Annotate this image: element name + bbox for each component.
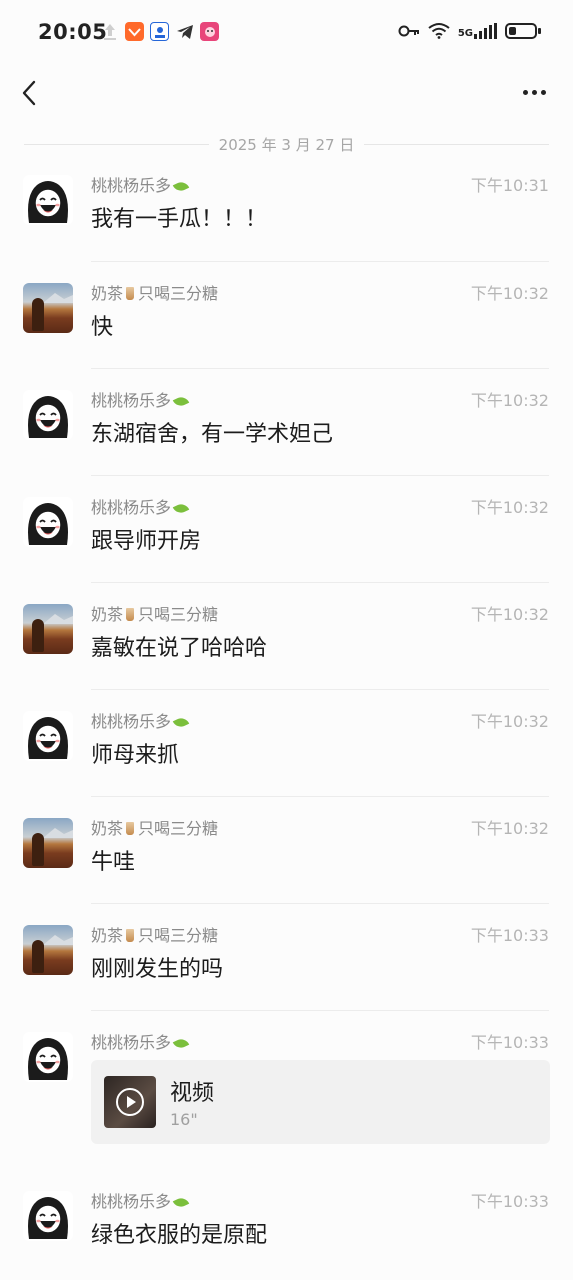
message-text[interactable]: 嘉敏在说了哈哈哈 (91, 634, 267, 664)
avatar[interactable] (23, 283, 73, 333)
telegram-icon (175, 22, 194, 41)
taobao-icon (125, 22, 144, 41)
leaf-icon (172, 1036, 190, 1051)
sender-name[interactable]: 桃桃杨乐多 (91, 497, 190, 519)
video-thumbnail (104, 1076, 156, 1128)
notification-icons (100, 22, 219, 41)
battery-icon (505, 22, 541, 39)
sender-name[interactable]: 桃桃杨乐多 (91, 1032, 190, 1054)
avatar[interactable] (23, 604, 73, 654)
back-button[interactable] (16, 78, 46, 108)
milk-tea-icon (126, 929, 135, 942)
message-time: 下午10:32 (470, 284, 549, 303)
message-text[interactable]: 绿色衣服的是原配 (91, 1221, 267, 1251)
sender-name[interactable]: 奶茶 只喝三分糖 (91, 604, 218, 626)
message-text[interactable]: 东湖宿舍，有一学术妲己 (91, 420, 333, 450)
avatar[interactable] (23, 175, 73, 225)
avatar[interactable] (23, 497, 73, 547)
avatar[interactable] (23, 818, 73, 868)
leaf-icon (172, 715, 190, 730)
chevron-left-icon (22, 80, 36, 106)
message-time: 下午10:32 (470, 605, 549, 624)
message-text[interactable]: 快 (91, 313, 113, 343)
milk-tea-icon (126, 608, 135, 621)
video-duration: 16" (170, 1110, 198, 1129)
cartoon-girl-avatar-icon (28, 1197, 68, 1239)
message-time: 下午10:33 (470, 926, 549, 945)
message-time: 下午10:32 (470, 819, 549, 838)
cartoon-girl-avatar-icon (28, 396, 68, 438)
message-separator (91, 475, 549, 476)
milk-tea-icon (126, 287, 135, 300)
sender-name[interactable]: 奶茶 只喝三分糖 (91, 925, 218, 947)
message-text[interactable]: 牛哇 (91, 848, 135, 878)
avatar[interactable] (23, 925, 73, 975)
date-divider: 2025 年 3 月 27 日 (24, 132, 549, 156)
video-title: 视频 (170, 1081, 215, 1106)
cartoon-girl-avatar-icon (28, 181, 68, 223)
avatar[interactable] (23, 1191, 73, 1241)
message-separator (91, 261, 549, 262)
play-icon (116, 1088, 144, 1116)
leaf-icon (172, 179, 190, 194)
message-time: 下午10:31 (470, 176, 549, 195)
leaf-icon (172, 501, 190, 516)
message-time: 下午10:33 (470, 1192, 549, 1211)
status-time: 20:05 (38, 20, 108, 44)
game-app-icon (200, 22, 219, 41)
status-bar: 20:05 5G (0, 0, 573, 66)
message-separator (91, 368, 549, 369)
more-dots-icon (522, 89, 528, 95)
message-separator (91, 796, 549, 797)
message-separator (91, 1010, 549, 1011)
message-separator (91, 903, 549, 904)
leaf-icon (172, 1195, 190, 1210)
cell-signal-icon: 5G (458, 22, 497, 39)
more-options-button[interactable] (517, 80, 551, 104)
sender-name[interactable]: 桃桃杨乐多 (91, 390, 190, 412)
message-time: 下午10:32 (470, 712, 549, 731)
milk-tea-icon (126, 822, 135, 835)
app-badge-icon (150, 22, 169, 41)
system-icons: 5G (398, 22, 541, 39)
upload-icon (100, 22, 119, 41)
date-label: 2025 年 3 月 27 日 (218, 135, 355, 154)
avatar[interactable] (23, 1032, 73, 1082)
cartoon-girl-avatar-icon (28, 1038, 68, 1080)
avatar[interactable] (23, 711, 73, 761)
message-time: 下午10:32 (470, 498, 549, 517)
message-text[interactable]: 刚刚发生的吗 (91, 955, 223, 985)
leaf-icon (172, 394, 190, 409)
sender-name[interactable]: 桃桃杨乐多 (91, 175, 190, 197)
sender-name[interactable]: 奶茶 只喝三分糖 (91, 818, 218, 840)
message-separator (91, 582, 549, 583)
key-icon (398, 25, 419, 36)
video-message[interactable]: 视频 16" (91, 1060, 550, 1144)
cartoon-girl-avatar-icon (28, 503, 68, 545)
sender-name[interactable]: 桃桃杨乐多 (91, 1191, 190, 1213)
message-text[interactable]: 跟导师开房 (91, 527, 201, 557)
message-time: 下午10:32 (470, 391, 549, 410)
wifi-icon (428, 23, 450, 39)
message-text[interactable]: 我有一手瓜！！！ (91, 205, 267, 235)
nav-bar (0, 66, 573, 122)
message-text[interactable]: 师母来抓 (91, 741, 179, 771)
message-separator (91, 689, 549, 690)
cartoon-girl-avatar-icon (28, 717, 68, 759)
sender-name[interactable]: 奶茶 只喝三分糖 (91, 283, 218, 305)
avatar[interactable] (23, 390, 73, 440)
message-time: 下午10:33 (470, 1033, 549, 1052)
sender-name[interactable]: 桃桃杨乐多 (91, 711, 190, 733)
